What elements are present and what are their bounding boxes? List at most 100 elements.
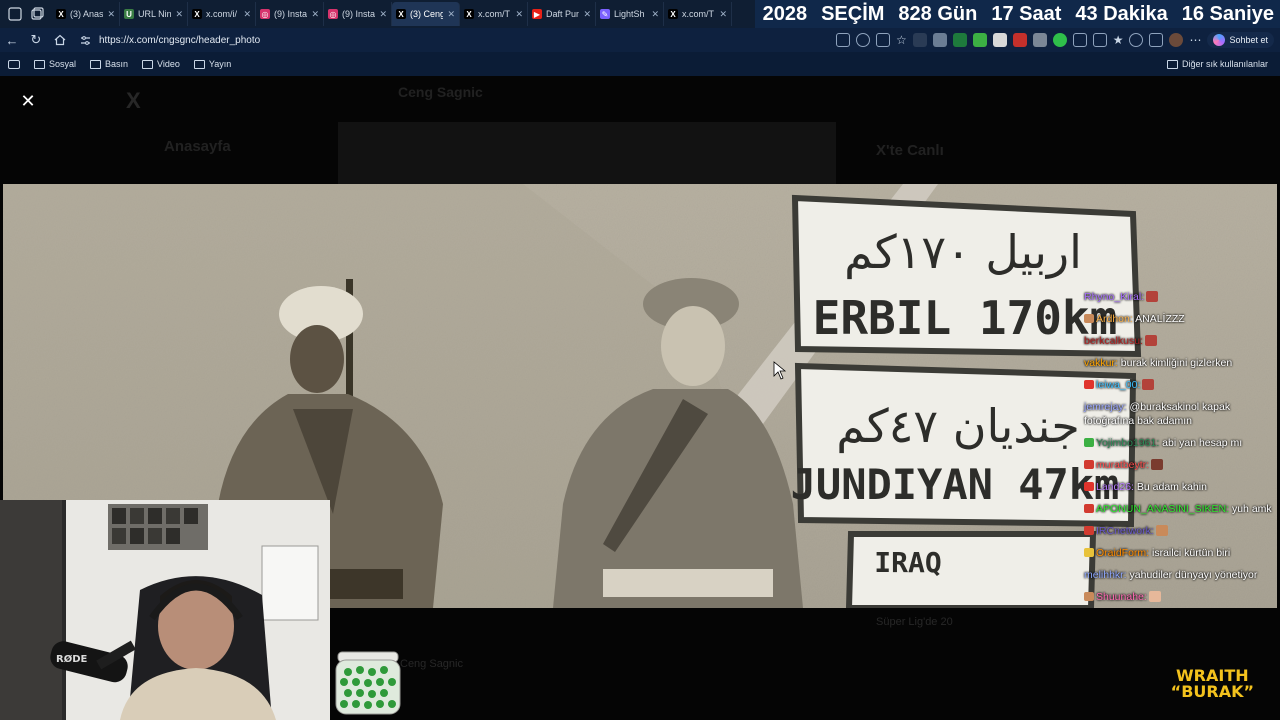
- browser-tab[interactable]: Xx.com/T ✕: [460, 2, 528, 26]
- extension-5-icon[interactable]: [992, 33, 1007, 47]
- close-button[interactable]: ✕: [17, 90, 39, 112]
- tab-close-icon[interactable]: ✕: [719, 9, 727, 20]
- extension-6-icon[interactable]: [1012, 33, 1027, 47]
- tab-label: (9) Insta: [274, 9, 308, 19]
- folder-icon: [142, 59, 154, 69]
- refresh-button[interactable]: ↻: [24, 28, 48, 52]
- tab-label: Daft Pun: [546, 9, 580, 19]
- countdown-seconds: 16 Saniye: [1181, 2, 1274, 25]
- bookmarks-bar: Sosyal Basın Video Yayın Diğer sık kulla…: [0, 52, 1280, 76]
- tab-close-icon[interactable]: ✕: [379, 9, 387, 20]
- tab-close-icon[interactable]: ✕: [515, 9, 523, 20]
- extension-2-icon[interactable]: [932, 33, 947, 47]
- instagram-icon: ◎: [328, 9, 338, 19]
- bookmark-folder-yayin[interactable]: Yayın: [193, 59, 231, 69]
- chat-username[interactable]: Land26:: [1096, 481, 1134, 493]
- tab-close-icon[interactable]: ✕: [447, 9, 455, 20]
- collections-icon[interactable]: [1149, 33, 1164, 47]
- chat-username[interactable]: OraidForm:: [1096, 547, 1149, 559]
- chat-username[interactable]: muratbeytr:: [1096, 459, 1149, 471]
- workspaces-icon[interactable]: [8, 7, 22, 21]
- countdown-minutes: 43 Dakika: [1075, 2, 1168, 25]
- more-menu-icon[interactable]: ⋯: [1189, 33, 1201, 47]
- profile-avatar[interactable]: [1169, 33, 1184, 47]
- chat-username[interactable]: Shuunahe:: [1096, 591, 1147, 603]
- extension-8-icon[interactable]: [1052, 33, 1067, 47]
- browser-tab[interactable]: X (3) Ceng ✕: [392, 2, 460, 26]
- favorites-icon[interactable]: ★: [1113, 33, 1124, 47]
- browser-tab[interactable]: X (3) Anas ✕: [52, 2, 120, 26]
- tab-label: URL Nin: [138, 9, 172, 19]
- chat-username[interactable]: Yojimbo1961:: [1096, 437, 1159, 449]
- wraith-burak-logo: WRAITH “BURAK”: [1170, 666, 1254, 701]
- wall-photo-collage: [108, 504, 208, 550]
- chat-username[interactable]: leiwa_00:: [1096, 379, 1140, 391]
- extension-7-icon[interactable]: [1032, 33, 1047, 47]
- home-button[interactable]: [48, 28, 72, 52]
- bookmark-menu-icon[interactable]: [8, 59, 20, 69]
- browser-tab[interactable]: Xx.com/T ✕: [664, 2, 732, 26]
- bookmark-folder-sosyal[interactable]: Sosyal: [34, 59, 76, 69]
- mic-brand-label: RØDE: [56, 653, 88, 665]
- chat-badge-icon: [1084, 460, 1094, 469]
- tab-actions-icon[interactable]: [30, 7, 44, 21]
- chat-username[interactable]: Ardhon:: [1096, 313, 1133, 325]
- chat-message: vakkur: burak kimliğini gizlerken: [1084, 356, 1274, 370]
- tab-label: LightSh: [614, 9, 645, 19]
- chat-username[interactable]: IRCnetwork:: [1096, 525, 1154, 537]
- browser-tab[interactable]: ◎ (9) Insta ✕: [256, 2, 324, 26]
- tab-close-icon[interactable]: ✕: [651, 9, 659, 20]
- chat-username[interactable]: vakkur:: [1084, 357, 1118, 369]
- chat-emote-icon: [1144, 335, 1157, 346]
- read-aloud-icon[interactable]: [875, 33, 890, 47]
- folder-icon: [34, 59, 45, 69]
- chat-username[interactable]: berkcalkusu:: [1084, 335, 1143, 347]
- sign-erbil-arabic: اربيل ١٧٠كم: [844, 225, 1082, 279]
- site-info-icon[interactable]: [80, 35, 91, 46]
- extension-1-icon[interactable]: [912, 33, 927, 47]
- chat-emote-icon: [1151, 459, 1164, 470]
- extension-3-icon[interactable]: [952, 33, 967, 47]
- browser-tab[interactable]: ◎ (9) Insta ✕: [324, 2, 392, 26]
- chat-emote-icon: [1142, 379, 1155, 390]
- road-sign-jundiyan: جنديان ٤٧كم JUNDIYAN 47km: [791, 362, 1137, 528]
- chat-message: leiwa_00:: [1084, 378, 1274, 392]
- extensions-puzzle-icon[interactable]: [1072, 33, 1087, 47]
- copilot-chat-button[interactable]: Sohbet et: [1207, 32, 1274, 48]
- tab-close-icon[interactable]: ✕: [175, 9, 183, 20]
- bookmark-folder-basin[interactable]: Basın: [90, 59, 128, 69]
- browser-tab[interactable]: ✎ LightSh ✕: [596, 2, 664, 26]
- chat-text: yahudiler dünyayı yönetiyor: [1129, 569, 1258, 581]
- back-button[interactable]: ←: [0, 28, 24, 52]
- app-available-icon[interactable]: [835, 33, 850, 47]
- chat-message: IRCnetwork:: [1084, 524, 1274, 538]
- tab-label: (9) Insta: [342, 9, 376, 19]
- tab-label: (3) Anas: [70, 9, 104, 19]
- bookmark-folder-video[interactable]: Video: [142, 59, 180, 69]
- browser-tab[interactable]: U URL Nin ✕: [120, 2, 188, 26]
- chat-badge-icon: [1084, 482, 1094, 491]
- sign-jundiyan-text: JUNDIYAN 47km: [791, 460, 1120, 509]
- other-bookmarks[interactable]: Diğer sık kullanılanlar: [1166, 52, 1268, 76]
- chat-emote-icon: [1155, 525, 1168, 536]
- x-icon: X: [668, 9, 678, 19]
- tab-close-icon[interactable]: ✕: [107, 9, 115, 20]
- browser-essentials-icon[interactable]: [1129, 33, 1144, 47]
- url-field[interactable]: https://x.com/cngsgnc/header_photo: [74, 30, 774, 50]
- chat-username[interactable]: Rhyno_Kiral:: [1084, 291, 1144, 303]
- sign-iraq-text: IRAQ: [874, 546, 941, 579]
- tab-list: X (3) Anas ✕ U URL Nin ✕ Xx.com/i/✕ ◎ (9) Insta ✕…: [52, 0, 732, 28]
- chat-username[interactable]: jemrejay:: [1084, 401, 1127, 413]
- chat-username[interactable]: melihhkr:: [1084, 569, 1127, 581]
- favorite-star-icon[interactable]: ☆: [896, 33, 907, 47]
- zoom-icon[interactable]: [855, 33, 870, 47]
- countdown-days: 828 Gün: [898, 2, 978, 25]
- extension-4-icon[interactable]: [972, 33, 987, 47]
- tab-close-icon[interactable]: ✕: [583, 9, 591, 20]
- tab-close-icon[interactable]: ✕: [311, 9, 319, 20]
- browser-tab[interactable]: ▶ Daft Pun ✕: [528, 2, 596, 26]
- split-screen-icon[interactable]: [1092, 33, 1107, 47]
- tab-close-icon[interactable]: ✕: [243, 9, 251, 20]
- chat-username[interactable]: APONUN_ANASINI_SIKEN:: [1096, 503, 1229, 515]
- browser-tab[interactable]: Xx.com/i/ ✕: [188, 2, 256, 26]
